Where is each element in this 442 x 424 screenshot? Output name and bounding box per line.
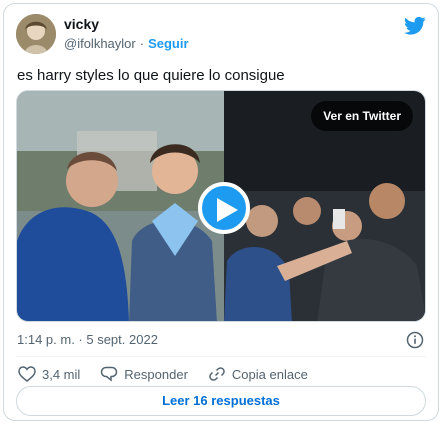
like-button[interactable]: 3,4 mil: [18, 366, 80, 382]
reply-icon: [101, 366, 118, 382]
tweet-embed-card[interactable]: vicky @ifolkhaylor · Seguir es harry style…: [3, 3, 439, 421]
play-icon: [217, 198, 238, 222]
tweet-timestamp[interactable]: 1:14 p. m. · 5 sept. 2022: [17, 332, 158, 348]
author-block: vicky @ifolkhaylor · Seguir: [64, 16, 189, 52]
like-count: 3,4 mil: [42, 366, 81, 382]
author-handle[interactable]: @ifolkhaylor: [64, 36, 136, 51]
video-media[interactable]: Ver en Twitter: [16, 90, 426, 322]
separator: ·: [139, 36, 145, 51]
follow-button[interactable]: Seguir: [148, 36, 188, 51]
twitter-logo-icon[interactable]: [404, 16, 426, 36]
link-icon: [209, 367, 225, 381]
copy-link-label: Copia enlace: [231, 366, 308, 382]
read-replies-button[interactable]: Leer 16 respuestas: [16, 386, 426, 416]
tweet-actions: 3,4 mil Responder Copia enlace: [18, 365, 328, 383]
author-meta: @ifolkhaylor · Seguir: [64, 35, 189, 52]
avatar[interactable]: [16, 14, 56, 54]
view-on-twitter-button[interactable]: Ver en Twitter: [311, 101, 413, 131]
play-button[interactable]: [198, 182, 250, 234]
author-name[interactable]: vicky: [64, 16, 189, 33]
heart-icon: [18, 366, 36, 382]
tweet-text: es harry styles lo que quiere lo consigu…: [17, 67, 285, 84]
copy-link-button[interactable]: Copia enlace: [208, 366, 308, 382]
divider: [16, 356, 426, 357]
reply-button[interactable]: Responder: [100, 366, 188, 382]
info-icon[interactable]: [406, 331, 424, 349]
reply-label: Responder: [124, 366, 188, 382]
